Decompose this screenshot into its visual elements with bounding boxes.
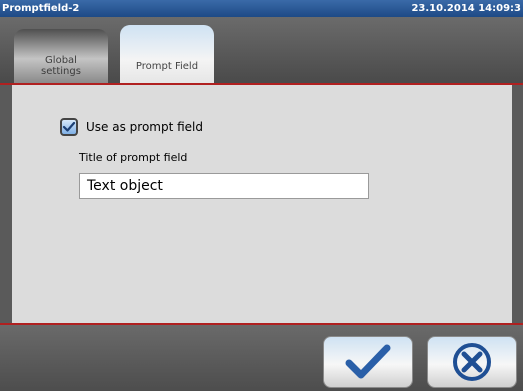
content-panel: Use as prompt field Title of prompt fiel…: [12, 85, 512, 323]
checkmark-icon: [345, 344, 391, 379]
ok-button[interactable]: [323, 336, 413, 388]
footer-bar: [0, 323, 523, 391]
tab-strip: Global settings Prompt Field: [0, 17, 523, 85]
date-time: 23.10.2014 14:09:3: [411, 3, 521, 14]
tab-global-settings-label: Global settings: [41, 55, 81, 77]
use-as-prompt-row[interactable]: Use as prompt field: [60, 117, 203, 137]
tab-global-settings[interactable]: Global settings: [14, 29, 108, 83]
title-field-label: Title of prompt field: [79, 151, 188, 164]
title-field-input[interactable]: Text object: [79, 173, 369, 199]
title-bar: Promptfield-2 23.10.2014 14:09:3: [0, 0, 523, 17]
window-title: Promptfield-2: [2, 3, 80, 14]
check-icon: [62, 121, 76, 132]
use-as-prompt-checkbox[interactable]: [60, 118, 78, 136]
tab-prompt-field[interactable]: Prompt Field: [120, 25, 214, 83]
cancel-button[interactable]: [427, 336, 517, 388]
use-as-prompt-label: Use as prompt field: [86, 120, 203, 134]
cancel-x-icon: [453, 343, 491, 381]
tab-prompt-field-label: Prompt Field: [135, 61, 199, 72]
